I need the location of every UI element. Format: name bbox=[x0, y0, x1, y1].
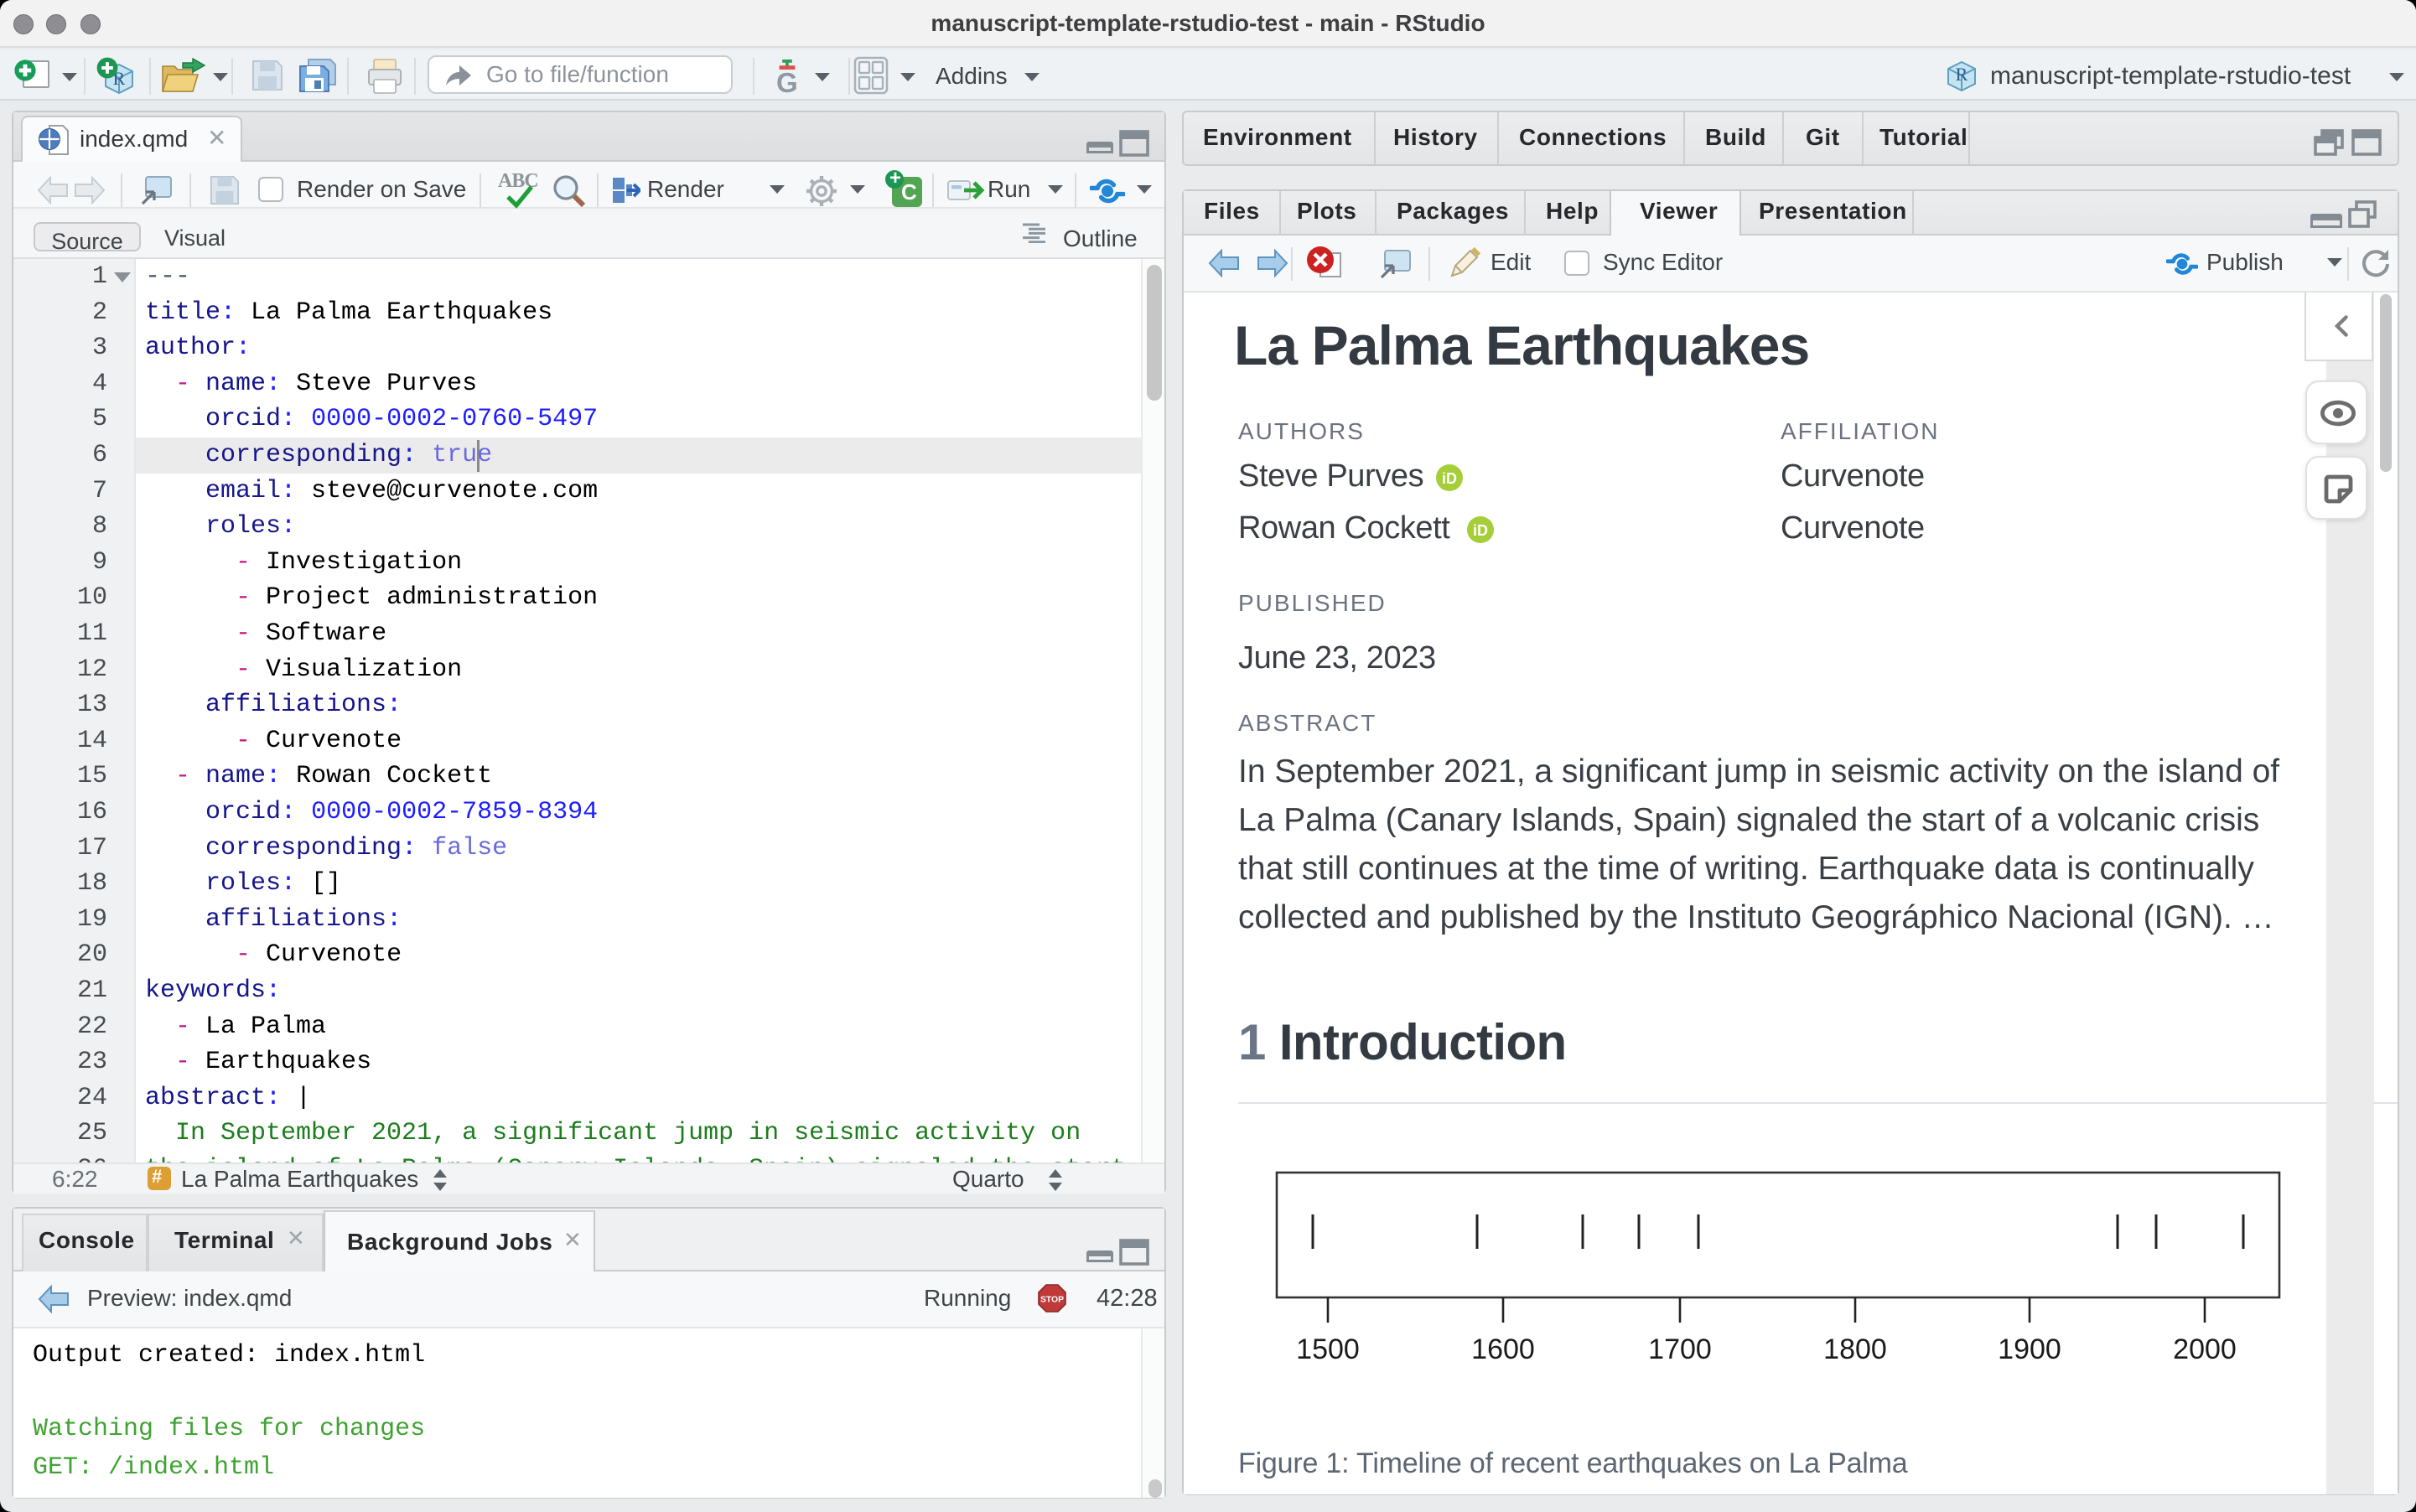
svg-text:1500: 1500 bbox=[1296, 1333, 1360, 1365]
svg-text:1900: 1900 bbox=[1998, 1333, 2061, 1365]
svg-text:iD: iD bbox=[1473, 522, 1488, 539]
svg-text:G: G bbox=[776, 67, 798, 93]
svg-text:2000: 2000 bbox=[2173, 1333, 2237, 1365]
svg-text:iD: iD bbox=[1442, 470, 1457, 487]
svg-text:R: R bbox=[1956, 64, 1968, 85]
svg-text:1600: 1600 bbox=[1471, 1333, 1535, 1365]
svg-text:1800: 1800 bbox=[1823, 1333, 1887, 1365]
svg-text:1700: 1700 bbox=[1648, 1333, 1712, 1365]
svg-text:STOP: STOP bbox=[1040, 1296, 1064, 1305]
